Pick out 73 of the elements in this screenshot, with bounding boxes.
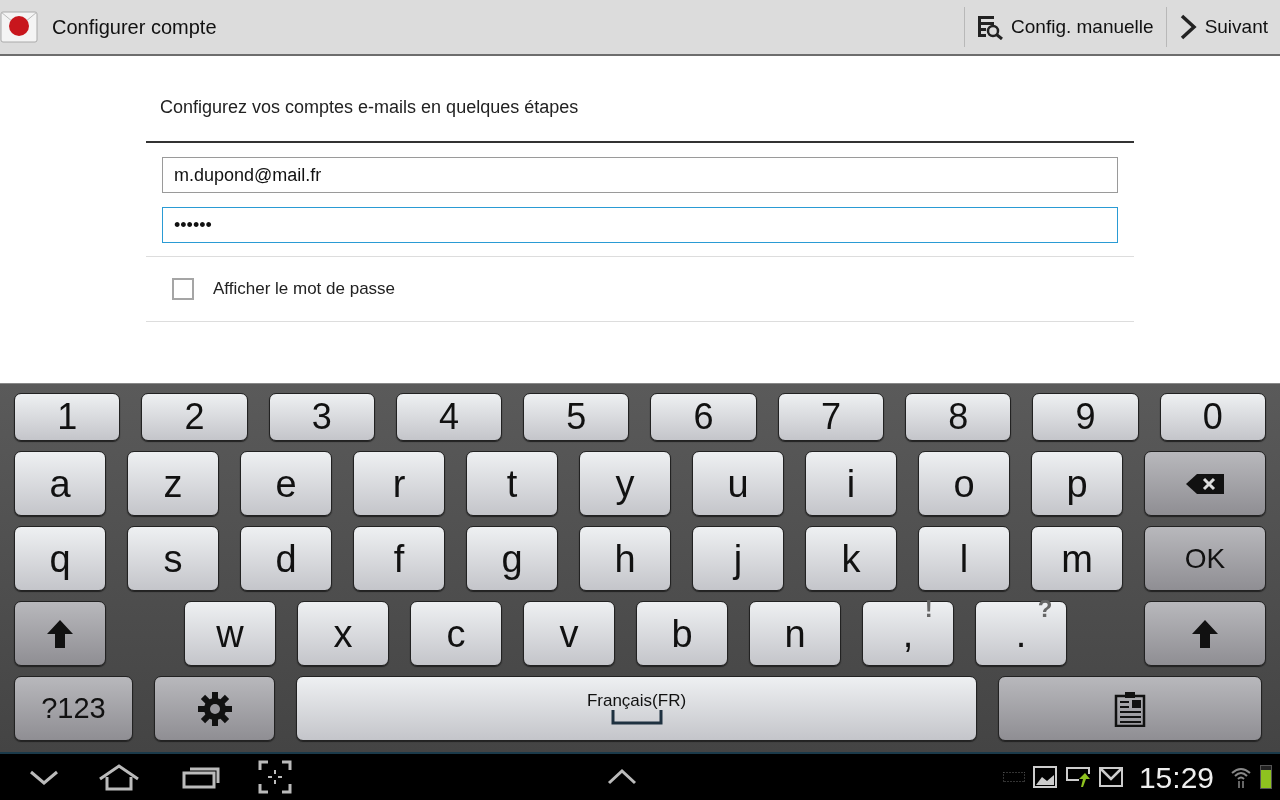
keyboard-key[interactable]: g: [466, 526, 558, 591]
mail-icon: [1098, 767, 1123, 787]
shift-key[interactable]: [14, 601, 106, 666]
keyboard-icon: [1002, 772, 1025, 782]
action-button[interactable]: Config. manuelle: [964, 7, 1166, 47]
keyboard-key[interactable]: d: [240, 526, 332, 591]
keyboard-key[interactable]: 2: [141, 393, 248, 441]
keyboard-key[interactable]: e: [240, 451, 332, 516]
battery-icon: [1260, 765, 1272, 789]
keyboard-key[interactable]: p: [1031, 451, 1123, 516]
email-app-icon[interactable]: [0, 11, 38, 43]
keyboard-key[interactable]: 6: [650, 393, 757, 441]
keyboard-key[interactable]: z: [127, 451, 219, 516]
keyboard-key[interactable]: h: [579, 526, 671, 591]
ok-key[interactable]: OK: [1144, 526, 1266, 591]
keyboard-key[interactable]: w: [184, 601, 276, 666]
keyboard-key[interactable]: m: [1031, 526, 1123, 591]
keyboard-key[interactable]: i: [805, 451, 897, 516]
upload-sync-icon: [1064, 766, 1091, 788]
gear-icon: [197, 691, 232, 726]
keyboard-key[interactable]: 3: [268, 393, 375, 441]
checkbox[interactable]: [172, 278, 194, 300]
punctuation-key[interactable]: , !: [862, 601, 954, 666]
keyboard-key[interactable]: f: [353, 526, 445, 591]
expand-up-icon[interactable]: [606, 767, 638, 787]
keyboard-key[interactable]: 9: [1032, 393, 1139, 441]
keyboard-key[interactable]: 4: [395, 393, 503, 441]
clipboard-icon: [1114, 690, 1146, 727]
up-arrow-icon: [46, 618, 74, 649]
input-field[interactable]: ••••••: [162, 207, 1118, 243]
checkbox-label: Afficher le mot de passe: [213, 278, 396, 301]
keyboard-key[interactable]: o: [918, 451, 1010, 516]
action-button[interactable]: Suivant: [1165, 7, 1280, 47]
keyboard-key[interactable]: a: [14, 451, 106, 516]
keyboard-key[interactable]: 5: [523, 393, 630, 441]
space-bar-icon: [610, 709, 663, 725]
home-icon[interactable]: [98, 763, 140, 791]
wifi-icon: [1230, 765, 1252, 789]
keyboard-key[interactable]: u: [692, 451, 784, 516]
backspace-key[interactable]: [1144, 451, 1266, 516]
keyboard-key[interactable]: b: [636, 601, 728, 666]
form-heading: Configurez vos comptes e-mails en quelques étapes: [146, 56, 1134, 143]
keyboard-key[interactable]: n: [749, 601, 841, 666]
status-clock: 15:29: [1138, 759, 1214, 796]
shift-key[interactable]: [1144, 601, 1266, 666]
punctuation-key[interactable]: . ?: [975, 601, 1067, 666]
settings-key[interactable]: [154, 676, 275, 741]
keyboard-key[interactable]: l: [918, 526, 1010, 591]
chevron-right-icon: [1178, 14, 1197, 40]
backspace-icon: [1185, 472, 1225, 495]
keyboard-key[interactable]: 0: [1159, 393, 1266, 441]
keyboard-key[interactable]: 7: [777, 393, 885, 441]
keyboard-key[interactable]: q: [14, 526, 106, 591]
document-search-icon: [977, 14, 1004, 40]
space-key[interactable]: Français(FR): [296, 676, 977, 741]
keyboard-key[interactable]: v: [523, 601, 615, 666]
symbols-key[interactable]: ?123: [14, 676, 133, 741]
keyboard-key[interactable]: s: [127, 526, 219, 591]
keyboard-key[interactable]: r: [353, 451, 445, 516]
keyboard-key[interactable]: j: [692, 526, 784, 591]
keyboard-key[interactable]: k: [805, 526, 897, 591]
keyboard-key[interactable]: x: [297, 601, 389, 666]
input-field[interactable]: m.dupond@mail.fr: [162, 157, 1118, 193]
up-arrow-icon: [1191, 618, 1219, 649]
clipboard-key[interactable]: [998, 676, 1262, 741]
keyboard-key[interactable]: 8: [905, 393, 1012, 441]
keyboard-key[interactable]: y: [579, 451, 671, 516]
keyboard-key[interactable]: t: [466, 451, 558, 516]
screenshot-icon[interactable]: [258, 760, 292, 794]
keyboard-key[interactable]: 1: [14, 393, 121, 441]
gallery-icon: [1032, 766, 1057, 788]
keyboard-key[interactable]: c: [410, 601, 502, 666]
screen-title: Configurer compte: [52, 15, 217, 40]
